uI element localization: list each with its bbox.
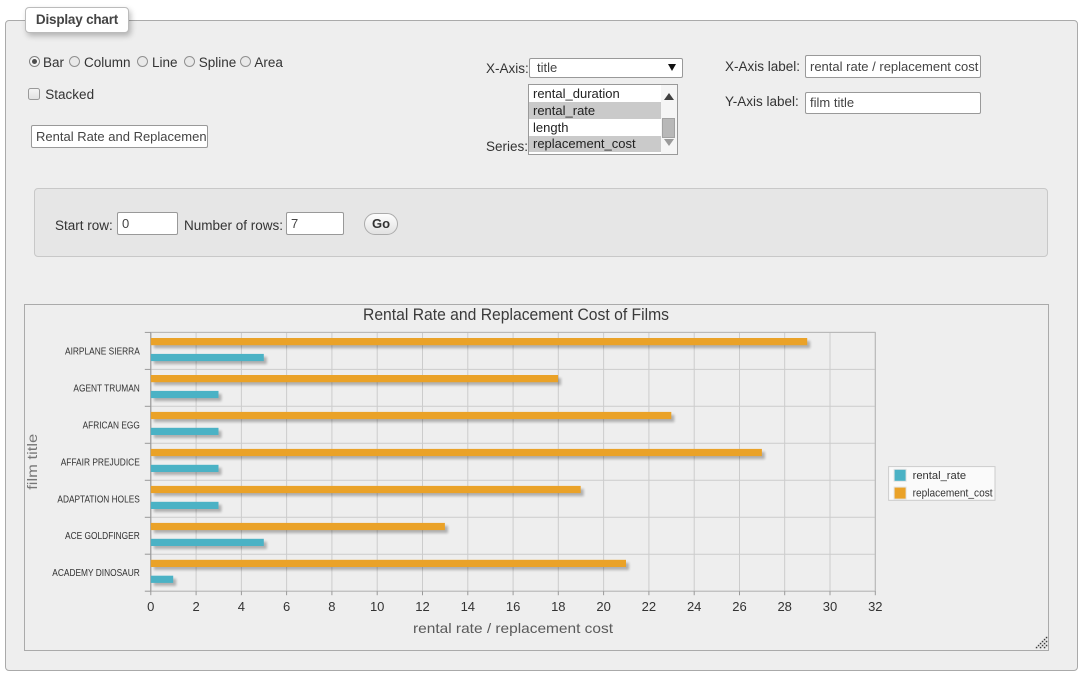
svg-text:22: 22 bbox=[642, 599, 656, 614]
svg-text:rental_rate: rental_rate bbox=[913, 470, 967, 482]
svg-text:AFRICAN EGG: AFRICAN EGG bbox=[83, 420, 140, 431]
svg-text:2: 2 bbox=[192, 599, 199, 614]
svg-text:8: 8 bbox=[328, 599, 335, 614]
svg-text:AIRPLANE SIERRA: AIRPLANE SIERRA bbox=[65, 346, 140, 357]
svg-text:32: 32 bbox=[868, 599, 882, 614]
svg-text:24: 24 bbox=[687, 599, 701, 614]
svg-text:20: 20 bbox=[596, 599, 610, 614]
svg-text:AFFAIR PREJUDICE: AFFAIR PREJUDICE bbox=[61, 457, 140, 468]
svg-text:18: 18 bbox=[551, 599, 565, 614]
svg-text:Rental Rate and Replacement Co: Rental Rate and Replacement Cost of Film… bbox=[363, 306, 669, 324]
svg-text:10: 10 bbox=[370, 599, 384, 614]
svg-text:12: 12 bbox=[415, 599, 429, 614]
svg-text:rental rate / replacement cost: rental rate / replacement cost bbox=[413, 620, 613, 636]
svg-text:ACADEMY DINOSAUR: ACADEMY DINOSAUR bbox=[52, 568, 140, 579]
svg-text:16: 16 bbox=[506, 599, 520, 614]
svg-text:28: 28 bbox=[777, 599, 791, 614]
svg-text:14: 14 bbox=[461, 599, 475, 614]
svg-text:26: 26 bbox=[732, 599, 746, 614]
svg-text:replacement_cost: replacement_cost bbox=[913, 487, 993, 499]
svg-text:ADAPTATION HOLES: ADAPTATION HOLES bbox=[57, 494, 140, 505]
svg-text:AGENT TRUMAN: AGENT TRUMAN bbox=[73, 383, 139, 394]
svg-text:6: 6 bbox=[283, 599, 290, 614]
svg-text:4: 4 bbox=[238, 599, 245, 614]
svg-text:film title: film title bbox=[24, 434, 40, 490]
svg-text:ACE GOLDFINGER: ACE GOLDFINGER bbox=[65, 531, 140, 542]
svg-text:0: 0 bbox=[147, 599, 154, 614]
svg-text:30: 30 bbox=[823, 599, 837, 614]
